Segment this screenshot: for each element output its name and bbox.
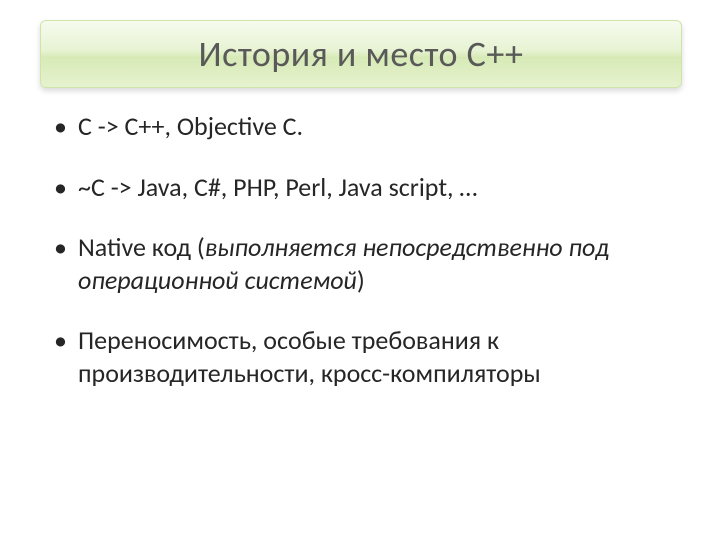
- list-item: Native код (выполняется непосредственно …: [50, 231, 670, 296]
- bullet-text: ~С -> Java, C#, PHP, Perl, Java script, …: [78, 171, 477, 203]
- bullet-list: C -> C++, Objective C. ~С -> Java, C#, P…: [50, 110, 670, 389]
- bullet-text-suffix: ): [357, 264, 365, 296]
- slide: История и место C++ C -> C++, Objective …: [0, 0, 720, 540]
- list-item: C -> C++, Objective C.: [50, 110, 670, 143]
- list-item: ~С -> Java, C#, PHP, Perl, Java script, …: [50, 171, 670, 204]
- bullet-text: Переносимость, особые требования к произ…: [78, 324, 541, 389]
- bullet-text-prefix: Native код (: [78, 231, 205, 263]
- list-item: Переносимость, особые требования к произ…: [50, 324, 670, 389]
- slide-title: История и место C++: [199, 32, 524, 76]
- bullet-text: C -> C++, Objective C.: [78, 110, 303, 142]
- title-box: История и место C++: [40, 20, 682, 88]
- slide-body: C -> C++, Objective C. ~С -> Java, C#, P…: [50, 110, 670, 417]
